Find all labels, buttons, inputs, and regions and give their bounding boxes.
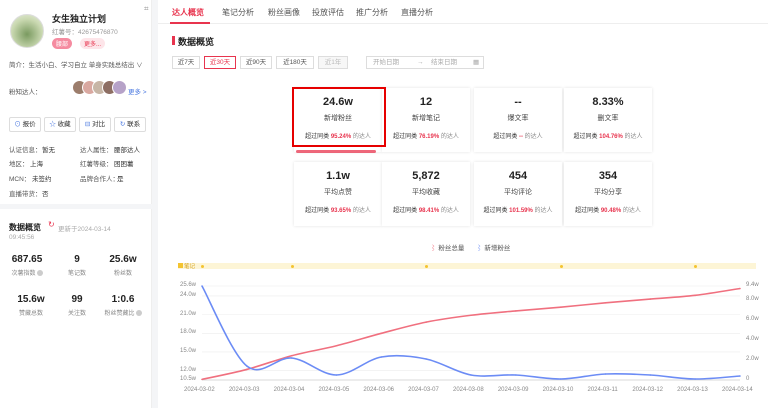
point-total[interactable]	[694, 294, 696, 297]
series-line-new[interactable]	[201, 285, 741, 380]
point-new[interactable]	[694, 378, 696, 380]
follower-avatars[interactable]	[72, 80, 127, 96]
fans-chart[interactable]	[158, 0, 768, 408]
series-line-total[interactable]	[201, 287, 741, 381]
point-total[interactable]	[470, 314, 472, 317]
account-id: 红薯号：42675476870	[52, 29, 118, 36]
region-label: 地区：	[9, 161, 29, 168]
point-new[interactable]	[470, 374, 472, 376]
attr-label: 达人属性：	[80, 147, 113, 154]
level-label: 红薯等级：	[80, 161, 113, 168]
point-total[interactable]	[380, 332, 383, 335]
contact-button[interactable]: ↻ 联系	[114, 117, 146, 132]
cert-label: 认证信息：	[9, 147, 42, 154]
point-new[interactable]	[380, 356, 383, 358]
brand-partner-label: 品牌合作人：	[80, 176, 119, 183]
point-new[interactable]	[649, 374, 652, 376]
updated-date: 更新于2024-03-14	[58, 226, 111, 233]
point-total[interactable]	[246, 368, 248, 371]
profile-name: 女生独立计划	[52, 14, 107, 24]
level-value: 困困薯	[114, 161, 134, 168]
point-total[interactable]	[425, 321, 427, 323]
star-icon: ☆	[49, 121, 56, 128]
point-new[interactable]	[739, 375, 741, 377]
stat-ratio: 1:0.6 粉丝赞藏比	[100, 294, 146, 317]
compare-icon: ⊟	[84, 121, 91, 128]
cert-value: 暂无	[42, 147, 55, 154]
point-total[interactable]	[739, 287, 741, 290]
compare-button[interactable]: ⊟ 对比	[79, 117, 111, 132]
point-total[interactable]	[290, 354, 293, 357]
point-total[interactable]	[201, 378, 203, 381]
stat-index: 687.65 次薯指数	[11, 254, 43, 277]
point-new[interactable]	[604, 373, 607, 375]
followers-more-link[interactable]: 更多 >	[128, 86, 147, 96]
main-panel: 达人概览 笔记分析 粉丝画像 投放评估 推广分析 直播分析 数据概览 近7天 近…	[158, 0, 768, 408]
stat-likes-collects: 15.6w 赞藏总数	[17, 294, 45, 317]
contact-icon: ↻	[119, 121, 126, 128]
refresh-icon[interactable]: ↻	[48, 220, 55, 229]
quote-button[interactable]: ⊙ 报价	[9, 117, 41, 132]
point-new[interactable]	[559, 378, 562, 380]
help-icon[interactable]	[135, 310, 142, 317]
updated-time: 09:45:56	[9, 234, 35, 241]
point-new[interactable]	[201, 285, 203, 287]
gift-icon[interactable]: ⌗	[144, 4, 149, 14]
point-new[interactable]	[515, 374, 517, 376]
point-new[interactable]	[290, 357, 293, 359]
stat-fans: 25.6w 粉丝数	[109, 254, 137, 277]
more-tags-tag[interactable]: 更多...	[80, 38, 106, 49]
point-total[interactable]	[515, 310, 517, 312]
point-total[interactable]	[649, 298, 652, 300]
point-total[interactable]	[559, 306, 562, 308]
follower-avatar[interactable]	[112, 80, 127, 95]
live-value: 否	[42, 191, 49, 198]
avatar[interactable]	[10, 14, 44, 48]
brand-partner-value: 是	[117, 176, 124, 183]
profile-sidebar: 女生独立计划 红薯号：42675476870 腰部 更多... ⌗ 简介：生活小…	[0, 0, 152, 408]
point-new[interactable]	[335, 374, 338, 376]
mcn-label: MCN：	[9, 176, 31, 183]
point-new[interactable]	[425, 358, 427, 360]
divider	[0, 204, 152, 209]
attr-value: 腰部达人	[114, 147, 140, 154]
profile-bio[interactable]: 简介：生活小白、学习自立 单身实践总结出 ∨	[9, 59, 143, 69]
stat-following: 99 关注数	[67, 294, 86, 317]
help-icon[interactable]	[36, 270, 43, 277]
point-total[interactable]	[604, 302, 607, 304]
level-tag: 腰部	[52, 38, 73, 49]
stat-notes: 9 笔记数	[67, 254, 86, 277]
region-value: 上海	[30, 161, 43, 168]
overview-title: 数据概览	[9, 223, 41, 232]
followers-label: 粉知达人：	[9, 89, 42, 96]
mcn-value: 未签约	[32, 176, 52, 183]
live-label: 直播带货：	[9, 191, 42, 198]
quote-icon: ⊙	[14, 121, 21, 128]
favorite-button[interactable]: ☆ 收藏	[44, 117, 76, 132]
point-new[interactable]	[246, 365, 248, 367]
point-total[interactable]	[335, 344, 338, 347]
